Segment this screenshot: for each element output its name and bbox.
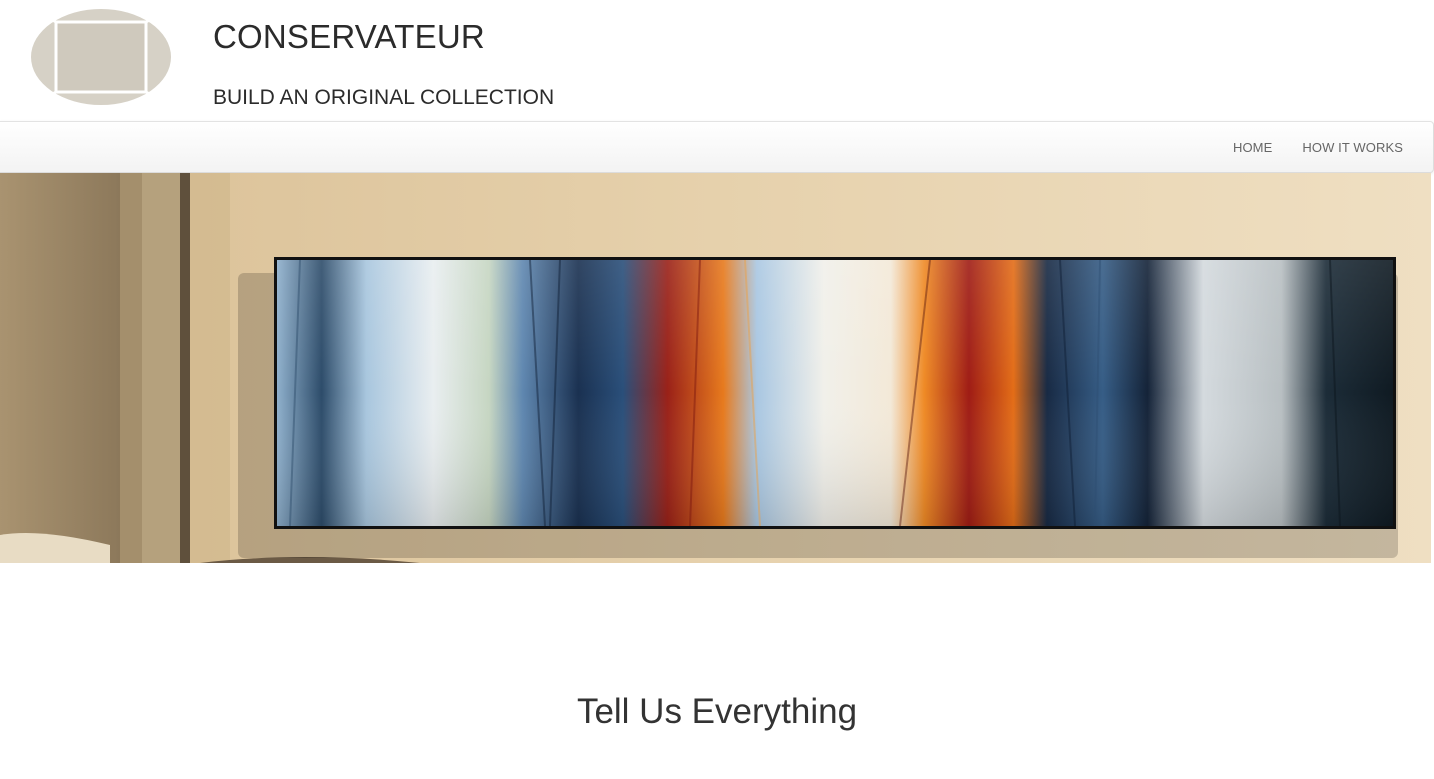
nav-item-home[interactable]: HOME <box>1233 140 1272 155</box>
site-tagline: BUILD AN ORIGINAL COLLECTION <box>213 86 555 109</box>
nav-menu: HOME HOW IT WORKS <box>1203 122 1403 172</box>
page: CONSERVATEUR BUILD AN ORIGINAL COLLECTIO… <box>0 0 1434 779</box>
hero-image <box>0 173 1431 563</box>
main-navbar: HOME HOW IT WORKS <box>0 121 1434 173</box>
section-title: Tell Us Everything <box>576 692 858 731</box>
nav-item-how-it-works[interactable]: HOW IT WORKS <box>1302 140 1403 155</box>
site-title[interactable]: CONSERVATEUR <box>213 18 485 56</box>
frame-logo-icon[interactable] <box>30 8 172 106</box>
site-header: CONSERVATEUR BUILD AN ORIGINAL COLLECTIO… <box>0 0 1434 121</box>
